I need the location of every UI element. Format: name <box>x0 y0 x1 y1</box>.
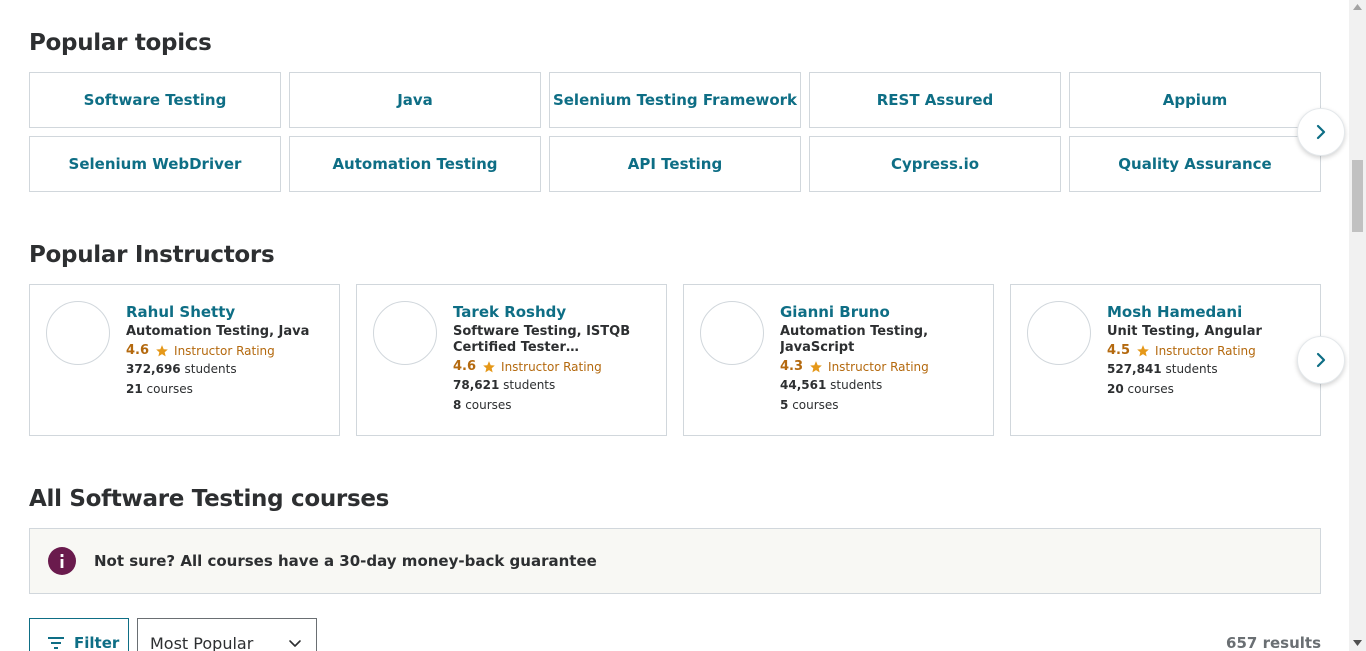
topic-cypress-io[interactable]: Cypress.io <box>809 136 1061 192</box>
star-icon <box>155 344 169 358</box>
scroll-down-icon[interactable] <box>1353 640 1362 646</box>
popular-instructors-title: Popular Instructors <box>29 242 275 268</box>
instructors-next-button[interactable] <box>1297 336 1345 384</box>
rating-value: 4.6 <box>126 343 150 358</box>
topic-row: Software Testing Java Selenium Testing F… <box>29 72 1321 128</box>
topic-rest-assured[interactable]: REST Assured <box>809 72 1061 128</box>
instructor-name[interactable]: Rahul Shetty <box>126 301 323 323</box>
rating-label: Instructor Rating <box>828 359 929 374</box>
topic-selenium-webdriver[interactable]: Selenium WebDriver <box>29 136 281 192</box>
instructor-topics: Unit Testing, Angular <box>1107 324 1262 339</box>
rating-label: Instructor Rating <box>1155 343 1256 358</box>
scroll-thumb[interactable] <box>1352 160 1363 232</box>
page: Popular topics Software Testing Java Sel… <box>0 0 1366 651</box>
star-icon <box>1136 344 1150 358</box>
instructor-name[interactable]: Gianni Bruno <box>780 301 977 323</box>
filter-label: Filter <box>74 634 120 651</box>
courses-count: 5 courses <box>780 398 839 412</box>
instructor-name[interactable]: Mosh Hamedani <box>1107 301 1304 323</box>
filter-icon <box>48 636 64 650</box>
instructor-rating: 4.6 Instructor Rating <box>453 358 650 375</box>
sort-select[interactable]: Most Popular <box>137 618 317 651</box>
instructor-rating: 4.3 Instructor Rating <box>780 358 977 375</box>
instructor-rating: 4.6 Instructor Rating <box>126 342 323 359</box>
popular-topics-title: Popular topics <box>29 30 212 56</box>
chevron-right-icon <box>1312 351 1330 369</box>
topic-software-testing[interactable]: Software Testing <box>29 72 281 128</box>
courses-count: 8 courses <box>453 398 512 412</box>
topic-api-testing[interactable]: API Testing <box>549 136 801 192</box>
instructor-card[interactable]: Mosh Hamedani Unit Testing, Angular 4.5 … <box>1010 284 1321 436</box>
topic-quality-assurance[interactable]: Quality Assurance <box>1069 136 1321 192</box>
rating-value: 4.6 <box>453 359 477 374</box>
sort-value: Most Popular <box>150 633 254 651</box>
rating-value: 4.3 <box>780 359 804 374</box>
avatar <box>46 301 110 365</box>
courses-count: 21 courses <box>126 382 193 396</box>
instructor-card[interactable]: Rahul Shetty Automation Testing, Java 4.… <box>29 284 340 436</box>
chevron-down-icon <box>288 636 302 650</box>
students-count: 527,841 students <box>1107 362 1218 376</box>
star-icon <box>809 360 823 374</box>
topic-grid: Software Testing Java Selenium Testing F… <box>29 72 1321 200</box>
rating-value: 4.5 <box>1107 343 1131 358</box>
topic-appium[interactable]: Appium <box>1069 72 1321 128</box>
instructor-name[interactable]: Tarek Roshdy <box>453 301 650 323</box>
banner-text: Not sure? All courses have a 30-day mone… <box>94 552 597 570</box>
results-count: 657 results <box>1226 634 1321 651</box>
all-courses-title: All Software Testing courses <box>29 486 390 512</box>
topic-automation-testing[interactable]: Automation Testing <box>289 136 541 192</box>
instructor-topics: Automation Testing, JavaScript <box>780 324 929 355</box>
instructor-card[interactable]: Tarek Roshdy Software Testing, ISTQB Cer… <box>356 284 667 436</box>
instructor-topics: Automation Testing, Java <box>126 324 310 339</box>
courses-count: 20 courses <box>1107 382 1174 396</box>
instructor-carousel: Rahul Shetty Automation Testing, Java 4.… <box>29 284 1321 436</box>
topic-selenium-testing-framework[interactable]: Selenium Testing Framework <box>549 72 801 128</box>
rating-label: Instructor Rating <box>501 359 602 374</box>
instructor-card[interactable]: Gianni Bruno Automation Testing, JavaScr… <box>683 284 994 436</box>
chevron-right-icon <box>1312 123 1330 141</box>
avatar <box>373 301 437 365</box>
filter-button[interactable]: Filter <box>29 618 129 651</box>
topic-row: Selenium WebDriver Automation Testing AP… <box>29 136 1321 192</box>
instructor-rating: 4.5 Instructor Rating <box>1107 342 1304 359</box>
page-scrollbar[interactable] <box>1349 0 1366 651</box>
avatar <box>700 301 764 365</box>
info-icon <box>48 547 76 575</box>
rating-label: Instructor Rating <box>174 343 275 358</box>
avatar <box>1027 301 1091 365</box>
topics-next-button[interactable] <box>1297 108 1345 156</box>
students-count: 78,621 students <box>453 378 556 392</box>
instructor-topics: Software Testing, ISTQB Certified Tester… <box>453 324 631 355</box>
students-count: 44,561 students <box>780 378 883 392</box>
star-icon <box>482 360 496 374</box>
students-count: 372,696 students <box>126 362 237 376</box>
scroll-up-icon[interactable] <box>1353 4 1362 10</box>
money-back-banner: Not sure? All courses have a 30-day mone… <box>29 528 1321 594</box>
topic-java[interactable]: Java <box>289 72 541 128</box>
